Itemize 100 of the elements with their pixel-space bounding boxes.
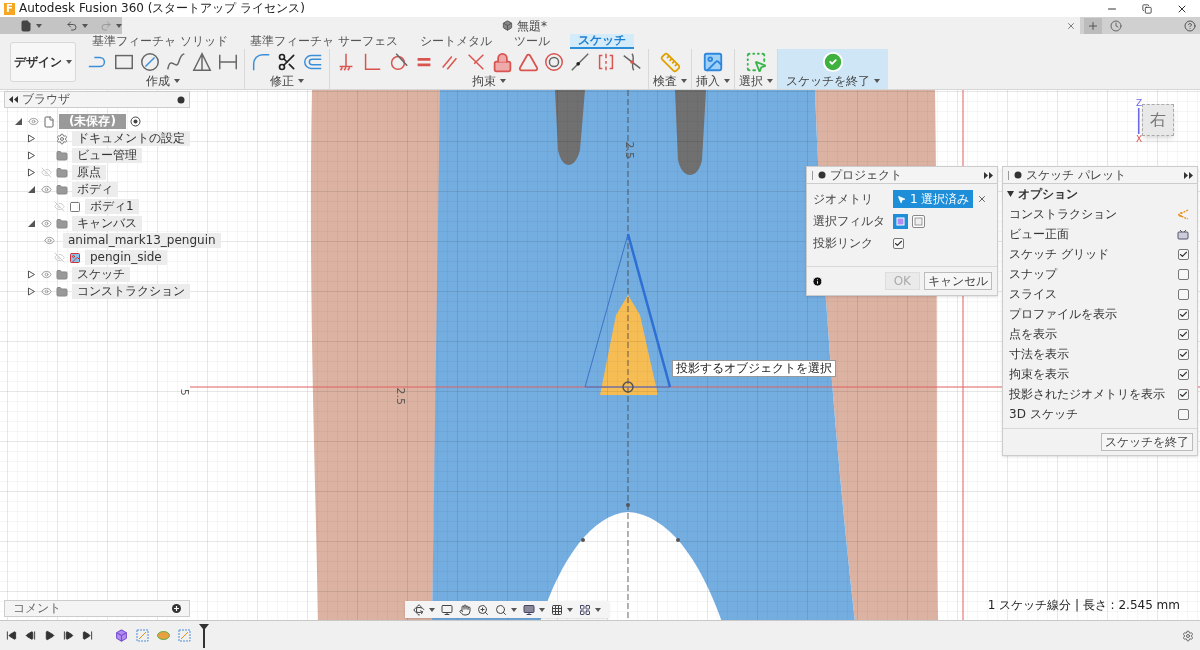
circle-tool-button[interactable] — [138, 50, 162, 74]
sketch-triangle-drawing[interactable] — [584, 233, 672, 388]
expand-arrow-icon[interactable] — [27, 287, 36, 296]
finish-sketch-button[interactable]: スケッチを終了 — [1101, 433, 1193, 451]
tree-item-label[interactable]: ビュー管理 — [72, 148, 142, 163]
collapse-panel-icon[interactable] — [9, 96, 18, 103]
tree-item-label[interactable]: animal_mark13_penguin — [63, 233, 221, 248]
checkbox[interactable] — [1178, 368, 1189, 380]
help-icon[interactable] — [1184, 19, 1196, 32]
checkbox[interactable] — [1178, 268, 1189, 280]
drag-handle-icon[interactable] — [1007, 170, 1010, 180]
clear-selection-icon[interactable] — [977, 194, 988, 204]
tool-group-menu[interactable]: 挿入 — [696, 74, 730, 88]
close-tab-icon[interactable] — [1066, 20, 1076, 31]
expand-panel-icon[interactable] — [984, 171, 993, 179]
orbit-icon[interactable] — [413, 603, 425, 616]
step-forward-icon[interactable] — [63, 630, 74, 641]
tool-group-menu[interactable]: 拘束 — [472, 74, 506, 88]
sketch-point[interactable] — [581, 538, 585, 542]
body-feature-icon[interactable] — [115, 629, 128, 642]
tree-item-label[interactable]: スケッチ — [72, 267, 130, 282]
expand-arrow-icon[interactable] — [27, 151, 36, 160]
section-header[interactable]: オプション — [1003, 184, 1197, 204]
expand-arrow-icon[interactable] — [27, 134, 36, 143]
look-at-icon[interactable] — [441, 603, 453, 616]
look-at-icon[interactable] — [1177, 228, 1189, 240]
triangle-icon — [517, 51, 539, 73]
checkbox[interactable] — [1178, 388, 1189, 400]
restore-icon[interactable] — [1142, 3, 1152, 14]
origin-point-icon[interactable] — [622, 381, 634, 393]
triangle-tool-button[interactable] — [190, 50, 214, 74]
skip-to-start-icon[interactable] — [6, 630, 17, 641]
toolbar-tab[interactable]: 基準フィーチャ サーフェス — [247, 34, 400, 49]
point-on-line-tool-button[interactable] — [568, 50, 592, 74]
tree-item-label[interactable]: 原点 — [72, 165, 106, 180]
folder-icon — [56, 268, 68, 281]
expand-arrow-icon[interactable] — [27, 168, 36, 177]
tree-item-label[interactable]: コンストラクション — [72, 284, 190, 299]
display-settings-icon[interactable] — [523, 603, 535, 616]
play-icon[interactable] — [44, 630, 55, 641]
info-icon[interactable] — [812, 275, 823, 287]
pin-dot-icon[interactable] — [1014, 171, 1022, 179]
option-label: 3D スケッチ — [1009, 406, 1079, 423]
tree-item-label[interactable]: ボディ1 — [85, 199, 139, 214]
skip-to-end-icon[interactable] — [82, 630, 93, 641]
checkbox[interactable] — [893, 237, 904, 249]
activate-radio-icon[interactable] — [129, 116, 141, 127]
filter-button[interactable] — [893, 213, 908, 229]
document-tab[interactable]: 無題* — [122, 17, 1080, 34]
zoom-icon[interactable] — [477, 603, 489, 616]
insert-image-button[interactable] — [701, 50, 725, 74]
panel-title: スケッチ パレット — [1026, 167, 1127, 183]
tool-group-menu[interactable]: スケッチを終了 — [786, 74, 880, 88]
pan-icon[interactable] — [459, 603, 471, 616]
pin-dot-icon[interactable] — [177, 95, 185, 104]
undo-icon[interactable] — [66, 19, 78, 32]
toolbar-tab[interactable]: シートメタル — [417, 34, 494, 49]
collapse-arrow-icon[interactable] — [14, 117, 23, 126]
option-label: スライス — [1009, 286, 1058, 303]
expand-panel-icon[interactable] — [1184, 171, 1193, 179]
timeline-marker-icon[interactable] — [199, 623, 209, 648]
checkbox[interactable] — [1178, 348, 1189, 360]
sketch-point[interactable] — [676, 538, 680, 542]
collapse-arrow-icon[interactable] — [27, 219, 36, 228]
grid-icon[interactable] — [551, 603, 563, 616]
file-icon[interactable] — [20, 19, 32, 32]
drag-handle-icon[interactable] — [811, 170, 814, 180]
toolbar-tab[interactable]: 基準フィーチャ ソリッド — [90, 34, 230, 49]
tree-item-label[interactable]: pengin_side — [85, 250, 167, 265]
fit-icon[interactable] — [495, 603, 507, 616]
caret-icon — [500, 79, 506, 83]
tool-group-menu[interactable]: 作成 — [146, 74, 180, 88]
checkbox[interactable] — [1178, 408, 1189, 420]
clock-icon[interactable] — [1110, 19, 1122, 32]
step-back-icon[interactable] — [25, 630, 36, 641]
filter-button[interactable] — [912, 214, 925, 228]
viewports-icon[interactable] — [579, 603, 591, 616]
tool-group-menu[interactable]: 選択 — [739, 74, 773, 88]
finish-sketch-tool-button[interactable] — [821, 50, 845, 74]
add-comment-icon[interactable] — [172, 604, 181, 613]
tool-group-menu[interactable]: 修正 — [270, 74, 304, 88]
dimension-label: 2.5 — [393, 387, 408, 405]
toolbar-tab[interactable]: ツール — [511, 34, 552, 49]
view-cube[interactable]: 右 — [1142, 104, 1175, 136]
settings-icon[interactable] — [1182, 629, 1194, 642]
checkbox[interactable] — [1178, 288, 1189, 300]
workspace-button[interactable]: デザイン — [10, 41, 76, 82]
collapse-arrow-icon[interactable] — [27, 185, 36, 194]
tree-item-label[interactable]: ボディ — [72, 182, 118, 197]
tree-item-label[interactable]: ドキュメントの設定 — [72, 131, 190, 146]
checkbox[interactable] — [1178, 248, 1189, 260]
checkbox[interactable] — [1178, 308, 1189, 320]
tree-item-label[interactable]: キャンバス — [72, 216, 142, 231]
dialog-button[interactable]: キャンセル — [924, 272, 992, 290]
checkbox[interactable] — [1178, 328, 1189, 340]
pin-dot-icon[interactable] — [818, 171, 826, 179]
expand-arrow-icon[interactable] — [27, 270, 36, 279]
tool-group-menu[interactable]: 検査 — [653, 74, 687, 88]
concentric-circles-tool-button[interactable] — [542, 50, 566, 74]
selection-button[interactable]: 1 選択済み — [893, 190, 974, 208]
